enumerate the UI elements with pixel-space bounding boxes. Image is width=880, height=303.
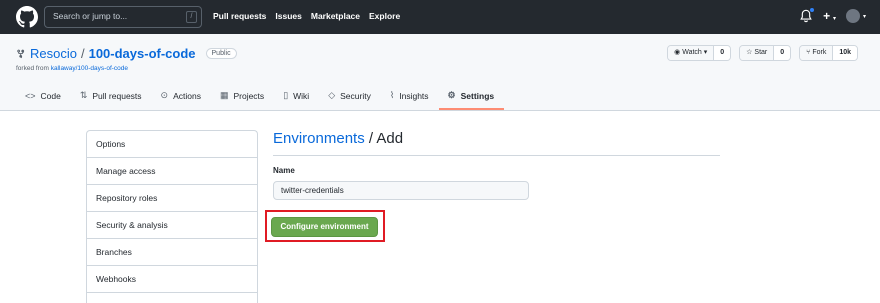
graph-icon: ⌇ — [389, 90, 395, 100]
repo-title: Resocio / 100-days-of-code Public — [16, 46, 237, 61]
table-icon: ▦ — [219, 90, 229, 100]
star-button[interactable]: ☆ Star 0 — [739, 45, 792, 61]
repo-forked-icon: ⑂ — [806, 49, 811, 56]
configure-environment-button[interactable]: Configure environment — [271, 217, 378, 237]
search-input[interactable]: Search or jump to... / — [44, 6, 202, 28]
tab-actions[interactable]: ⊙ Actions — [152, 87, 211, 109]
tab-wiki-label: Wiki — [293, 90, 310, 101]
notifications-bell-icon[interactable] — [799, 7, 816, 23]
environment-name-field[interactable]: twitter-credentials — [273, 181, 529, 200]
tab-settings[interactable]: ⚙ Settings — [438, 87, 505, 110]
settings-sidebar: Options Manage access Repository roles S… — [86, 130, 258, 303]
forked-from-text: forked from kallaway/100-days-of-code — [16, 65, 128, 72]
tab-security[interactable]: ◇ Security — [319, 87, 381, 109]
tab-insights-label: Insights — [399, 90, 429, 101]
chevron-down-icon: ▾ — [832, 16, 836, 22]
breadcrumb-environments[interactable]: Environments — [273, 130, 365, 147]
nav-marketplace[interactable]: Marketplace — [311, 11, 360, 21]
play-icon: ⊙ — [160, 90, 169, 100]
chevron-down-icon: ▾ — [862, 13, 866, 20]
tab-security-label: Security — [340, 90, 371, 101]
github-logo-icon[interactable] — [16, 6, 38, 28]
header-actions: + ▾ ▾ — [799, 7, 866, 23]
repository-header: Resocio / 100-days-of-code Public forked… — [0, 34, 880, 111]
nav-explore[interactable]: Explore — [369, 11, 400, 21]
repo-owner-link[interactable]: Resocio — [30, 46, 77, 61]
pull-request-icon: ⇅ — [79, 90, 88, 100]
repo-tabs: <> Code ⇅ Pull requests ⊙ Actions ▦ Projects… — [16, 87, 505, 110]
chevron-down-icon: ▾ — [703, 49, 708, 56]
tab-insights[interactable]: ⌇ Insights — [381, 87, 439, 109]
star-icon: ☆ — [746, 49, 753, 56]
notification-dot — [809, 7, 816, 13]
page-title: Environments / Add — [273, 130, 720, 156]
sidebar-item-branches[interactable]: Branches — [87, 239, 257, 266]
star-label-text: Star — [754, 49, 768, 56]
watch-button[interactable]: ◉ Watch ▾ 0 — [667, 45, 732, 61]
tab-wiki[interactable]: ▯ Wiki — [274, 87, 319, 109]
repo-forked-icon — [17, 49, 25, 58]
repo-name-link[interactable]: 100-days-of-code — [89, 46, 196, 61]
code-icon: <> — [25, 90, 36, 101]
nav-pull-requests[interactable]: Pull requests — [213, 11, 266, 21]
repo-path-separator: / — [80, 46, 85, 61]
book-icon: ▯ — [283, 90, 289, 100]
sidebar-item-webhooks[interactable]: Webhooks — [87, 266, 257, 293]
create-new-button[interactable]: + ▾ — [823, 9, 836, 23]
tab-code[interactable]: <> Code — [16, 87, 71, 109]
tab-settings-label: Settings — [460, 90, 495, 101]
search-placeholder: Search or jump to... — [53, 11, 128, 21]
tab-actions-label: Actions — [173, 90, 201, 101]
sidebar-item-security-analysis[interactable]: Security & analysis — [87, 212, 257, 239]
gear-icon: ⚙ — [447, 90, 456, 100]
tab-code-label: Code — [40, 90, 61, 101]
tab-pull-requests[interactable]: ⇅ Pull requests — [71, 87, 152, 109]
fork-label: ⑂ Fork — [800, 46, 833, 60]
tab-projects-label: Projects — [233, 90, 265, 101]
star-count[interactable]: 0 — [773, 46, 791, 60]
sidebar-item-options[interactable]: Options — [87, 131, 257, 158]
plus-icon: + — [823, 9, 831, 23]
breadcrumb-separator: / — [364, 130, 377, 147]
watch-label-text: Watch — [682, 49, 702, 56]
watch-label: ◉ Watch ▾ — [668, 46, 714, 60]
nav-issues[interactable]: Issues — [275, 11, 301, 21]
name-label: Name — [273, 166, 295, 175]
watch-count[interactable]: 0 — [713, 46, 731, 60]
slash-shortcut-key: / — [186, 11, 197, 23]
main-content: Environments / Add Name twitter-credenti… — [273, 130, 720, 200]
user-menu-button[interactable]: ▾ — [845, 9, 866, 23]
eye-icon: ◉ — [674, 49, 681, 56]
fork-count[interactable]: 10k — [832, 46, 857, 60]
tab-pull-requests-label: Pull requests — [92, 90, 142, 101]
repo-actions: ◉ Watch ▾ 0 ☆ Star 0 ⑂ Fork 10k — [667, 45, 858, 61]
forked-from-link[interactable]: kallaway/100-days-of-code — [51, 65, 128, 72]
star-label: ☆ Star — [740, 46, 774, 60]
page-title-text: Add — [376, 130, 404, 147]
sidebar-item-repository-roles[interactable]: Repository roles — [87, 185, 257, 212]
global-header: Search or jump to... / Pull requests Iss… — [0, 0, 880, 34]
forked-from-prefix: forked from — [16, 65, 51, 72]
visibility-badge: Public — [205, 48, 237, 59]
fork-label-text: Fork — [812, 49, 827, 56]
avatar — [845, 9, 860, 23]
top-nav: Pull requests Issues Marketplace Explore — [213, 11, 400, 21]
tab-projects[interactable]: ▦ Projects — [211, 87, 274, 109]
shield-icon: ◇ — [328, 90, 336, 100]
sidebar-item-manage-access[interactable]: Manage access — [87, 158, 257, 185]
fork-button[interactable]: ⑂ Fork 10k — [799, 45, 858, 61]
